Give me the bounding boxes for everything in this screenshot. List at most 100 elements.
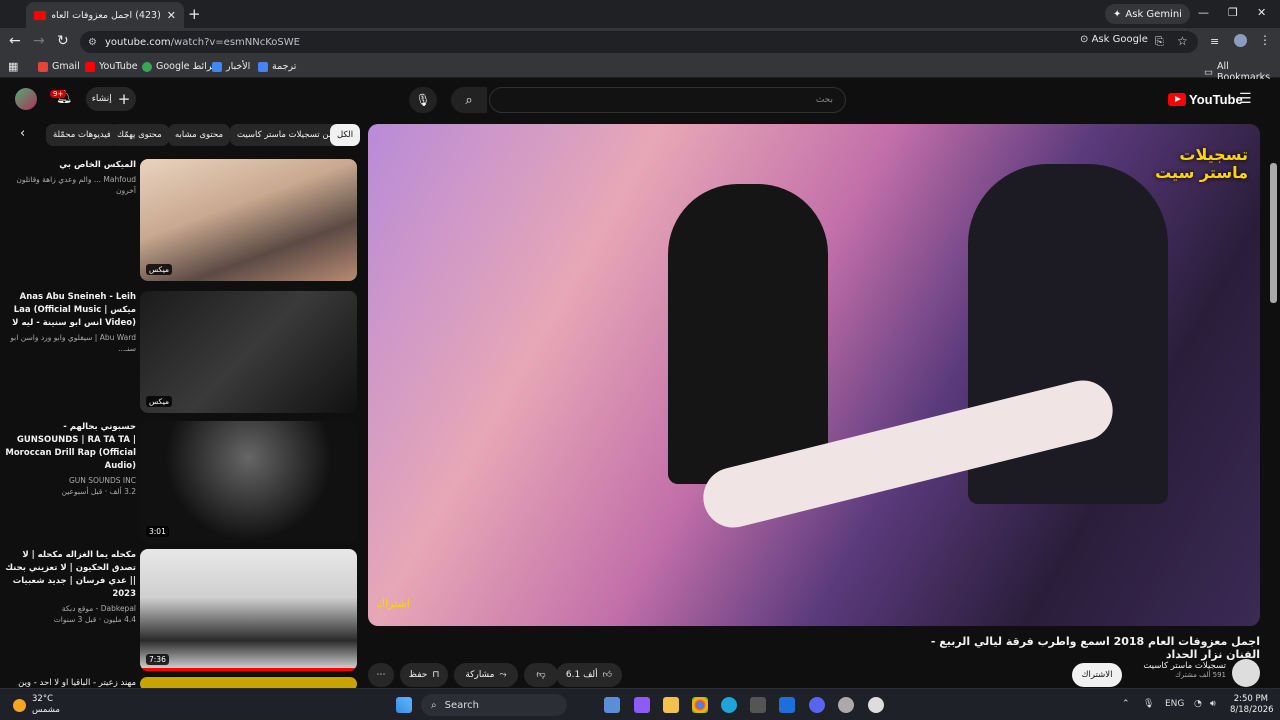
youtube-play-icon [1168, 93, 1186, 106]
create-button[interactable]: إنشاء + [86, 87, 136, 111]
more-menu-icon[interactable]: ⋮ [1259, 33, 1271, 47]
channel-avatar[interactable] [1232, 659, 1260, 687]
site-info-icon[interactable]: ⚙ [88, 37, 97, 48]
temperature: 32°C [32, 694, 54, 704]
video-title: اجمل معزوفات العام 2018 اسمع واطرب فرقة … [930, 635, 1260, 661]
rec-item[interactable]: مهند زعيتر - الباقيا او لا احد - وين [0, 677, 360, 688]
subscribe-button[interactable]: الاشتراك [1072, 663, 1122, 687]
profile-avatar[interactable] [1234, 34, 1247, 47]
dislike-button[interactable]: 👎︎ [524, 663, 558, 687]
chip-related[interactable]: محتوى مشابه [168, 124, 230, 146]
ask-google-label: Ask Google [1091, 34, 1148, 45]
like-button[interactable]: 6.1 ألف 👍︎ [556, 663, 622, 687]
rec-title: مهند زعيتر - الباقيا او لا احد - وين [18, 678, 136, 688]
translate-icon [258, 61, 268, 72]
app-icon[interactable] [634, 697, 650, 713]
edge-icon[interactable] [721, 697, 737, 713]
tab-close-icon[interactable]: ✕ [167, 9, 176, 22]
watch-progress-bar [140, 668, 357, 671]
news-icon [212, 61, 222, 72]
rec-thumbnail[interactable] [140, 677, 357, 688]
rec-meta: 3.2 ألف · قبل أسبوعين [61, 487, 136, 496]
mix-badge: ميكس [146, 396, 172, 407]
mic-tray-icon[interactable]: 🎙︎ [1143, 699, 1154, 709]
ask-google-button[interactable]: ⊙ Ask Google [1080, 34, 1148, 45]
tray-chevron-icon[interactable]: ⌃ [1122, 699, 1130, 709]
youtube-favicon-icon [34, 10, 46, 20]
chip-all[interactable]: الكل [330, 124, 361, 146]
chrome-icon[interactable] [692, 697, 708, 713]
window-close-icon[interactable]: ✕ [1257, 6, 1266, 19]
duration-badge: 3:01 [146, 526, 169, 537]
rec-title: الميكس الخاص بي [59, 160, 136, 170]
channel-logo-overlay: تسجيلات ماستر سيت [1155, 145, 1248, 182]
taskbar-search[interactable]: ⌕ Search [421, 694, 567, 716]
back-icon[interactable]: ← [9, 33, 21, 49]
search-input[interactable]: بحث [489, 87, 846, 113]
chip-for-you[interactable]: محتوى يهمّك [110, 124, 169, 146]
rec-item[interactable]: ميكس Anas Abu Sneineh - Leih ميكس | Laa … [0, 291, 360, 415]
ask-gemini-button[interactable]: ✦ Ask Gemini [1105, 4, 1190, 24]
voice-search-icon[interactable]: 🎙︎ [409, 87, 437, 113]
restore-icon[interactable]: ❐ [1228, 6, 1238, 19]
search-button[interactable]: ⌕ [451, 87, 487, 113]
chevron-left-icon[interactable]: ‹ [20, 126, 25, 141]
video-player[interactable]: تسجيلات ماستر سيت اشتراك [368, 124, 1260, 626]
mail-icon[interactable] [779, 697, 795, 713]
rec-title: Anas Abu Sneineh - Leih ميكس | Laa (Offi… [12, 292, 136, 328]
apps-grid-icon[interactable]: ▦ [8, 60, 18, 73]
rec-channel: Mahfoud ... والم وعدي زاهة وقاتلون آخرون [16, 175, 136, 195]
share-button[interactable]: مشاركة ⤳ [454, 663, 518, 687]
rec-thumbnail[interactable]: 7:36 [140, 549, 357, 671]
tab-youtube[interactable]: (423) اجمل معزوفات العام 18 ✕ [26, 2, 184, 28]
bookmark-maps[interactable]: Google خرائط [142, 61, 218, 72]
start-icon[interactable] [396, 697, 412, 713]
file-explorer-icon[interactable] [663, 697, 679, 713]
hamburger-menu-icon[interactable]: ☰ [1239, 91, 1252, 107]
chip-from-channel[interactable]: من تسجيلات ماستر كاسيت [230, 124, 341, 146]
new-tab-button[interactable]: + [188, 5, 201, 23]
rec-thumbnail[interactable]: ميكس [140, 291, 357, 413]
bookmark-youtube[interactable]: YouTube [85, 61, 138, 72]
youtube-logo[interactable]: YouTube [1168, 92, 1243, 107]
clock-time: 2:50 PM [1233, 694, 1268, 704]
bookmark-icon: ⊓ [432, 670, 440, 680]
chip-uploads[interactable]: فيديوهات محمّلة [46, 124, 118, 146]
minimize-icon[interactable]: — [1198, 6, 1209, 19]
forward-icon[interactable]: → [33, 33, 45, 49]
reload-icon[interactable]: ↻ [57, 33, 69, 49]
language-indicator[interactable]: ENG [1165, 699, 1184, 709]
scrollbar-thumb[interactable] [1270, 163, 1277, 303]
reading-list-icon[interactable]: ≡ [1210, 35, 1219, 48]
search-label: Search [444, 699, 479, 711]
store-icon[interactable] [750, 697, 766, 713]
subscriber-count: 591 ألف مشترك [1175, 671, 1226, 679]
rec-item[interactable]: 7:36 مكحله يما الغزاله مكحله | لا تصدق ا… [0, 549, 360, 673]
clock[interactable]: 2:50 PM 8/18/2026 [1230, 694, 1274, 716]
weather-widget[interactable]: 32°C مشمس [13, 694, 60, 716]
volume-icon[interactable]: 🔊︎ [1210, 699, 1216, 709]
folder-icon: ▭ [1204, 66, 1213, 78]
more-actions-icon[interactable]: ⋯ [368, 663, 394, 687]
channel-info[interactable]: تسجيلات ماستر كاسيت 591 ألف مشترك [1130, 661, 1226, 679]
address-bar[interactable]: ⚙ youtube.com/watch?v=esmNNcKoSWE [80, 31, 1198, 53]
bookmark-gmail[interactable]: Gmail [38, 61, 80, 72]
rec-meta: 4.4 مليون · قبل 3 سنوات [53, 615, 136, 624]
bookmark-translate[interactable]: ترجمة [258, 61, 296, 72]
settings-icon[interactable] [868, 697, 884, 713]
discord-icon[interactable] [809, 697, 825, 713]
rec-item[interactable]: ميكس الميكس الخاص بي Mahfoud ... والم وعد… [0, 159, 360, 283]
task-view-icon[interactable] [604, 697, 620, 713]
account-avatar[interactable] [15, 88, 37, 110]
rec-thumbnail[interactable]: ميكس [140, 159, 357, 281]
ask-gemini-label: Ask Gemini [1125, 8, 1182, 20]
save-button[interactable]: حفظ ⊓ [400, 663, 448, 687]
app-icon[interactable] [838, 697, 854, 713]
rec-item[interactable]: 3:01 حسبوني بحالهم - GUNSOUNDS | RA TA T… [0, 421, 360, 545]
bookmark-label: YouTube [99, 61, 138, 72]
rec-thumbnail[interactable]: 3:01 [140, 421, 357, 543]
wifi-icon[interactable]: ◔ [1194, 699, 1202, 709]
install-icon[interactable]: ⎘ [1155, 35, 1164, 49]
bookmark-star-icon[interactable]: ☆ [1177, 34, 1188, 48]
bookmark-news[interactable]: الأخبار [212, 61, 250, 72]
